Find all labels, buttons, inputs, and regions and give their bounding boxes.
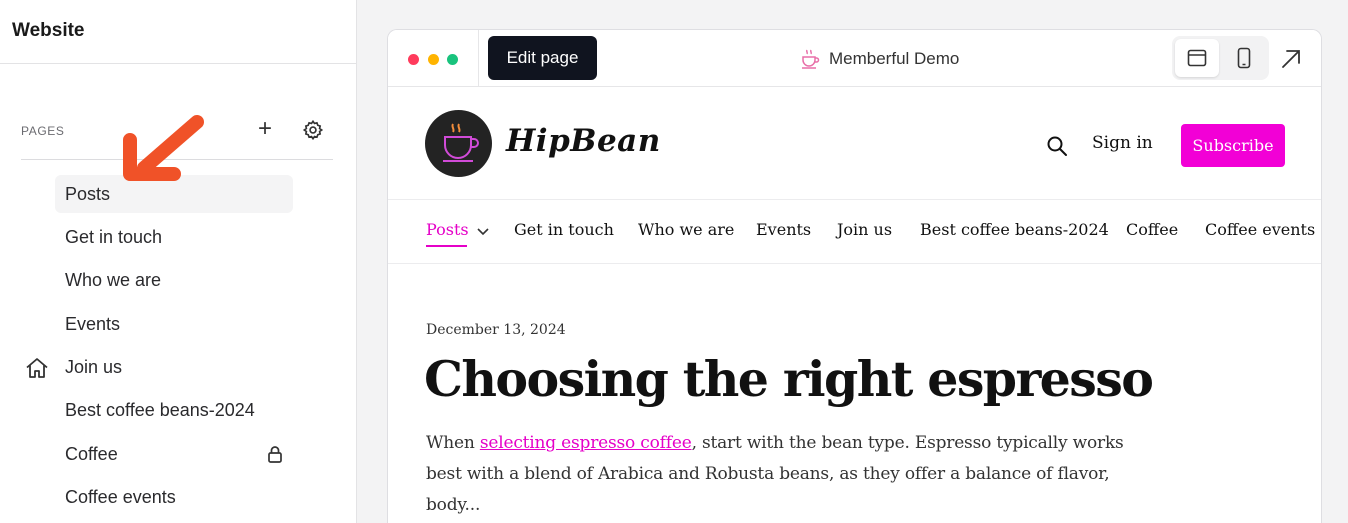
gear-icon[interactable]	[302, 119, 324, 141]
divider	[0, 63, 357, 64]
window-maximize-dot	[447, 54, 458, 65]
sidebar-item-best-coffee-beans[interactable]: Best coffee beans-2024	[55, 391, 293, 429]
site-name: Memberful Demo	[829, 49, 960, 68]
excerpt-link[interactable]: selecting espresso coffee	[480, 433, 692, 453]
annotation-arrow-icon	[123, 115, 204, 181]
nav-item-best-coffee-beans[interactable]: Best coffee beans-2024	[920, 220, 1109, 239]
desktop-icon	[1187, 49, 1207, 67]
nav-item-coffee-events[interactable]: Coffee events	[1205, 220, 1315, 239]
sidebar-item-label: Posts	[65, 184, 111, 204]
site-preview-window: Edit page Memberful Demo HipBean Sign in…	[387, 29, 1322, 523]
nav-item-coffee[interactable]: Coffee	[1126, 220, 1178, 239]
excerpt-text: When	[426, 433, 480, 453]
post-excerpt: When selecting espresso coffee, start wi…	[426, 428, 1131, 521]
site-nav: Posts Get in touch Who we are Events Joi…	[388, 200, 1321, 264]
sidebar-item-join-us[interactable]: Join us	[55, 348, 293, 386]
post-date: December 13, 2024	[426, 322, 566, 338]
sidebar-item-coffee-events[interactable]: Coffee events	[55, 478, 293, 516]
sidebar-item-label: Get in touch	[65, 227, 163, 247]
sidebar: Website PAGES + Posts Get in touch Who w…	[0, 0, 357, 523]
divider	[478, 30, 479, 87]
sidebar-item-label: Coffee	[65, 444, 118, 464]
window-minimize-dot	[428, 54, 439, 65]
mobile-icon	[1237, 47, 1251, 69]
coffee-cup-icon	[443, 123, 479, 162]
sidebar-item-who-we-are[interactable]: Who we are	[55, 261, 293, 299]
lock-icon	[268, 446, 282, 463]
chevron-down-icon[interactable]	[476, 226, 490, 236]
sidebar-item-label: Who we are	[65, 270, 162, 290]
nav-item-events[interactable]: Events	[756, 220, 811, 239]
nav-item-who-we-are[interactable]: Who we are	[638, 220, 734, 239]
post-title[interactable]: Choosing the right espresso	[424, 350, 1154, 408]
nav-item-join-us[interactable]: Join us	[837, 220, 892, 239]
sidebar-item-coffee[interactable]: Coffee	[55, 435, 293, 473]
active-tab-underline	[426, 245, 467, 247]
sidebar-title: Website	[12, 20, 85, 41]
home-icon	[26, 358, 48, 378]
site-name-chip: Memberful Demo	[800, 47, 959, 71]
logo-text: HipBean	[506, 123, 661, 159]
nav-item-posts[interactable]: Posts	[426, 220, 469, 239]
external-arrow-icon[interactable]	[1278, 46, 1304, 72]
preview-toolbar: Edit page Memberful Demo	[388, 30, 1321, 87]
sign-in-link[interactable]: Sign in	[1092, 133, 1153, 153]
sidebar-item-label: Best coffee beans-2024	[65, 400, 255, 420]
sidebar-item-get-in-touch[interactable]: Get in touch	[55, 218, 293, 256]
search-icon[interactable]	[1046, 135, 1068, 157]
add-page-button[interactable]: +	[255, 117, 275, 142]
desktop-view-button[interactable]	[1175, 39, 1219, 77]
nav-item-get-in-touch[interactable]: Get in touch	[514, 220, 614, 239]
subscribe-button[interactable]: Subscribe	[1181, 124, 1285, 167]
edit-page-button[interactable]: Edit page	[488, 36, 597, 80]
mobile-view-button[interactable]	[1222, 39, 1266, 77]
sidebar-item-label: Events	[65, 314, 121, 334]
view-toggle	[1172, 36, 1269, 80]
sidebar-item-label: Coffee events	[65, 487, 176, 507]
site-header: HipBean Sign in Subscribe	[388, 87, 1321, 200]
logo[interactable]	[425, 110, 492, 177]
coffee-cup-icon	[802, 49, 820, 69]
window-close-dot	[408, 54, 419, 65]
sidebar-item-events[interactable]: Events	[55, 305, 293, 343]
pages-heading: PAGES	[21, 124, 65, 138]
sidebar-item-label: Join us	[65, 357, 123, 377]
